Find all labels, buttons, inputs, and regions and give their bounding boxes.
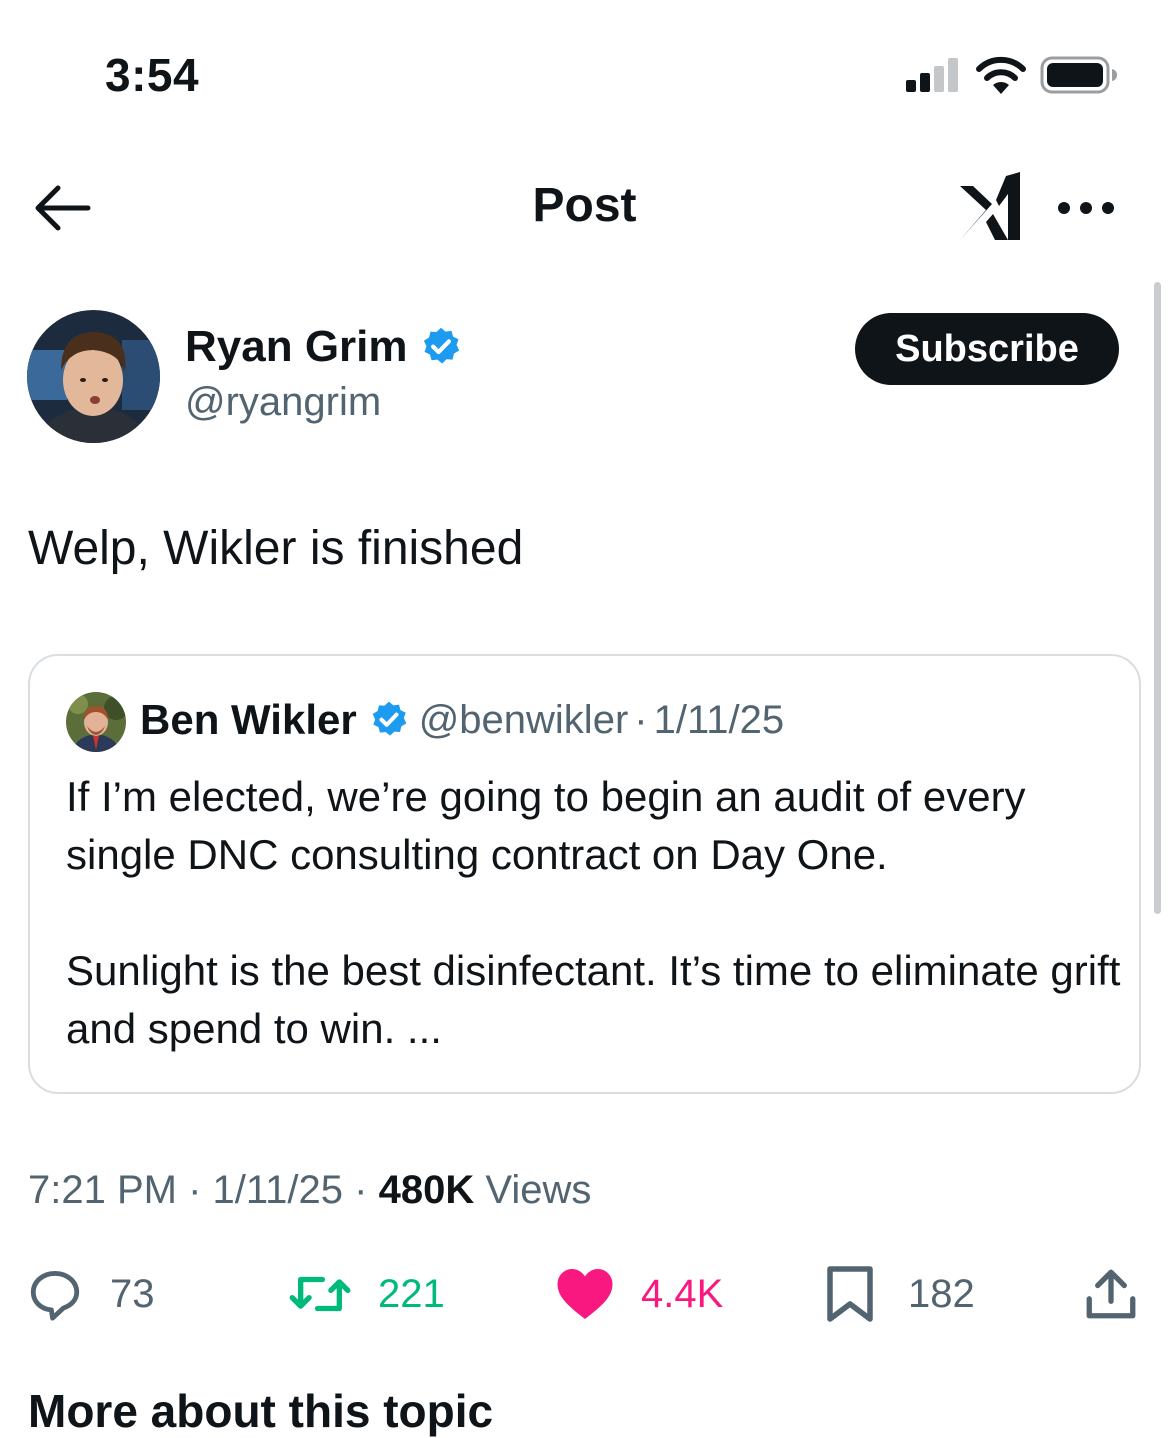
quoted-paragraph: Sunlight is the best disinfectant. It’s …: [66, 947, 1121, 1052]
meta-separator: ·: [188, 1168, 202, 1212]
share-button[interactable]: [1082, 1262, 1140, 1326]
share-icon: [1086, 1269, 1136, 1319]
author-handle[interactable]: @ryangrim: [185, 380, 381, 425]
like-count: 4.4K: [641, 1271, 724, 1316]
post-meta: 7:21 PM · 1/11/25 · 480K Views: [28, 1168, 591, 1213]
views-count[interactable]: 480K: [379, 1168, 475, 1212]
section-title: More about this topic: [28, 1385, 494, 1437]
quoted-separator: ·: [634, 697, 648, 742]
author-name[interactable]: Ryan Grim: [185, 322, 462, 372]
quoted-post-text: If I’m elected, we’re going to begin an …: [66, 768, 1126, 1058]
post-text: Welp, Wikler is finished: [28, 522, 524, 575]
views-label: Views: [485, 1168, 592, 1212]
post-time: 7:21 PM: [28, 1168, 177, 1212]
bookmark-count: 182: [908, 1271, 975, 1316]
quoted-post-header: Ben Wikler @benwikler · 1/11/25: [140, 696, 784, 744]
post-date: 1/11/25: [212, 1168, 344, 1212]
like-button[interactable]: 4.4K: [555, 1262, 723, 1326]
grok-logo-icon[interactable]: [956, 170, 1026, 244]
scrollbar[interactable]: [1154, 282, 1161, 914]
quoted-author-handle[interactable]: @benwikler: [419, 698, 629, 743]
subscribe-button[interactable]: Subscribe: [855, 313, 1119, 385]
repost-count: 221: [378, 1271, 445, 1316]
quoted-author-name[interactable]: Ben Wikler: [140, 696, 357, 744]
author-avatar[interactable]: [27, 310, 160, 443]
author-name-text: Ryan Grim: [185, 322, 408, 371]
quoted-paragraph: If I’m elected, we’re going to begin an …: [66, 773, 1026, 878]
verified-badge-icon: [372, 701, 407, 736]
reply-count: 73: [110, 1271, 155, 1316]
verified-badge-icon: [423, 327, 459, 364]
bookmark-button[interactable]: 182: [824, 1262, 975, 1326]
battery-icon: [1040, 56, 1117, 94]
cellular-signal-icon: [906, 58, 958, 92]
repost-icon: [289, 1276, 351, 1312]
more-horizontal-icon[interactable]: [1056, 196, 1116, 220]
meta-separator: ·: [354, 1168, 368, 1212]
quoted-date: 1/11/25: [653, 697, 785, 742]
repost-button[interactable]: 221: [288, 1262, 445, 1326]
quoted-author-avatar[interactable]: [66, 692, 126, 752]
reply-icon: [30, 1271, 80, 1321]
bookmark-icon: [827, 1266, 873, 1322]
wifi-icon: [976, 56, 1026, 94]
reply-button[interactable]: 73: [26, 1262, 155, 1326]
heart-icon: [557, 1269, 613, 1319]
status-time: 3:54: [105, 49, 200, 101]
